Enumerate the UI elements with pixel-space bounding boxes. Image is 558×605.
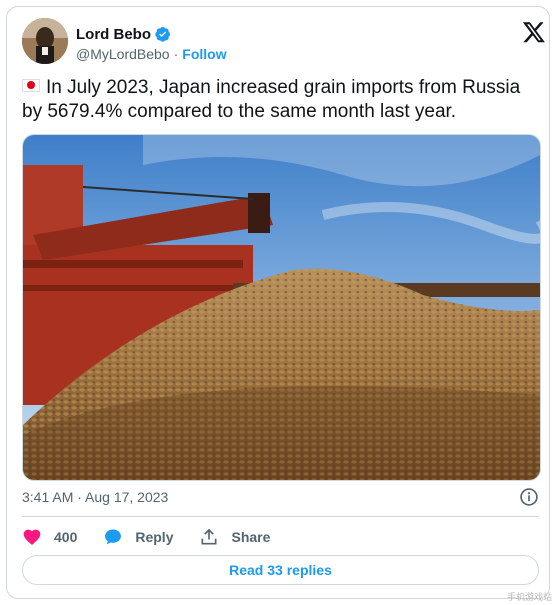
share-label: Share xyxy=(231,529,271,545)
author-block: Lord Bebo @MyLordBebo · Follow xyxy=(76,24,227,63)
action-bar: 400 Reply Share xyxy=(22,525,296,549)
read-replies-button[interactable]: Read 33 replies xyxy=(22,555,539,585)
author-name[interactable]: Lord Bebo xyxy=(76,26,151,43)
x-logo-icon[interactable] xyxy=(522,20,546,44)
tweet-text: In July 2023, Japan increased grain impo… xyxy=(22,76,538,124)
share-icon xyxy=(201,528,217,545)
reply-label: Reply xyxy=(135,529,174,545)
follow-button[interactable]: Follow xyxy=(182,46,226,62)
watermark: 手机游戏站 xyxy=(506,592,552,602)
separator-dot: · xyxy=(173,46,179,62)
reply-button[interactable]: Reply xyxy=(103,527,173,547)
verified-badge-icon xyxy=(155,26,171,42)
divider xyxy=(22,516,539,517)
info-icon[interactable] xyxy=(519,487,539,507)
heart-icon xyxy=(23,529,41,545)
tweet-image[interactable] xyxy=(22,134,541,481)
speech-bubble-icon xyxy=(105,529,122,545)
like-button[interactable]: 400 xyxy=(22,527,77,547)
tweet-body: In July 2023, Japan increased grain impo… xyxy=(22,77,521,122)
japan-flag-icon xyxy=(22,79,40,92)
share-button[interactable]: Share xyxy=(199,527,270,547)
timestamp[interactable]: 3:41 AM · Aug 17, 2023 xyxy=(22,489,168,505)
avatar[interactable] xyxy=(22,18,68,64)
like-count: 400 xyxy=(54,529,78,545)
author-handle[interactable]: @MyLordBebo xyxy=(76,46,170,62)
